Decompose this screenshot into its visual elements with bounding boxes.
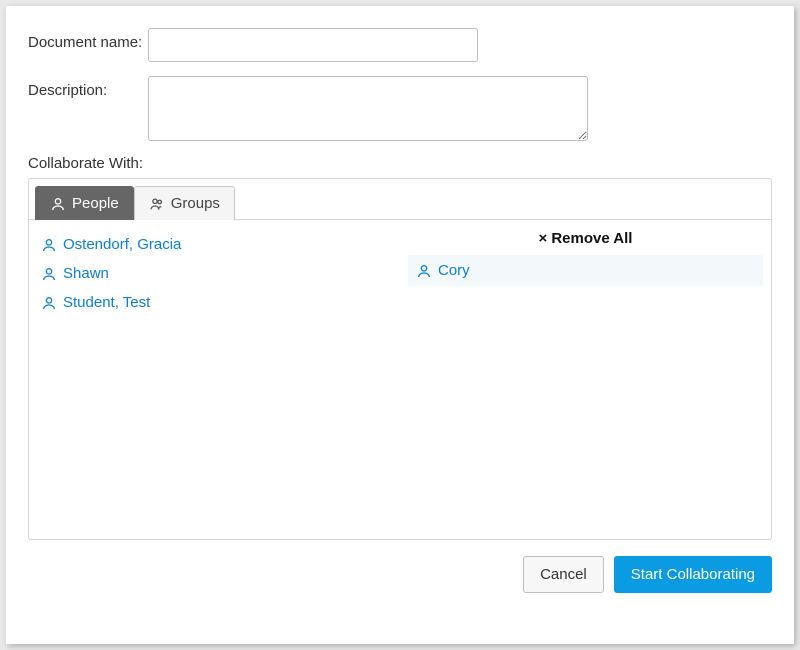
person-icon: [41, 295, 57, 311]
list-item[interactable]: Shawn: [37, 259, 392, 288]
available-list: Ostendorf, Gracia Shawn Student, Test: [29, 220, 400, 539]
tab-people[interactable]: People: [35, 186, 134, 220]
group-icon: [149, 196, 165, 212]
description-textarea[interactable]: [148, 76, 588, 141]
selected-item-label: Cory: [438, 262, 470, 279]
person-icon: [41, 237, 57, 253]
dialog-footer: Cancel Start Collaborating: [28, 556, 772, 593]
list-item-label: Student, Test: [63, 294, 150, 311]
description-label: Description:: [28, 76, 148, 99]
collaborate-with-label: Collaborate With:: [28, 155, 772, 172]
cancel-button[interactable]: Cancel: [523, 556, 604, 593]
collaboration-dialog: Document name: Description: Collaborate …: [6, 6, 794, 644]
document-name-input[interactable]: [148, 28, 478, 62]
selected-list: × Remove All Cory: [400, 220, 771, 539]
list-item-label: Shawn: [63, 265, 109, 282]
tab-groups-label: Groups: [171, 195, 220, 212]
start-collaborating-button[interactable]: Start Collaborating: [614, 556, 772, 593]
remove-all-button[interactable]: × Remove All: [408, 228, 763, 251]
document-name-label: Document name:: [28, 28, 148, 51]
tab-groups[interactable]: Groups: [134, 186, 235, 220]
list-item[interactable]: Student, Test: [37, 288, 392, 317]
collaborate-box: People Groups Ostendorf, Gracia Shawn: [28, 178, 772, 540]
document-name-row: Document name:: [28, 28, 772, 62]
description-row: Description:: [28, 76, 772, 141]
collaborate-tabs: People Groups: [29, 179, 771, 220]
tab-people-label: People: [72, 195, 119, 212]
close-icon: ×: [539, 230, 548, 247]
person-icon: [41, 266, 57, 282]
list-item[interactable]: Ostendorf, Gracia: [37, 230, 392, 259]
remove-all-label: Remove All: [551, 230, 632, 247]
selected-item[interactable]: Cory: [408, 255, 763, 286]
list-item-label: Ostendorf, Gracia: [63, 236, 181, 253]
person-icon: [50, 196, 66, 212]
person-icon: [416, 263, 432, 279]
collaborate-body: Ostendorf, Gracia Shawn Student, Test × …: [29, 220, 771, 539]
